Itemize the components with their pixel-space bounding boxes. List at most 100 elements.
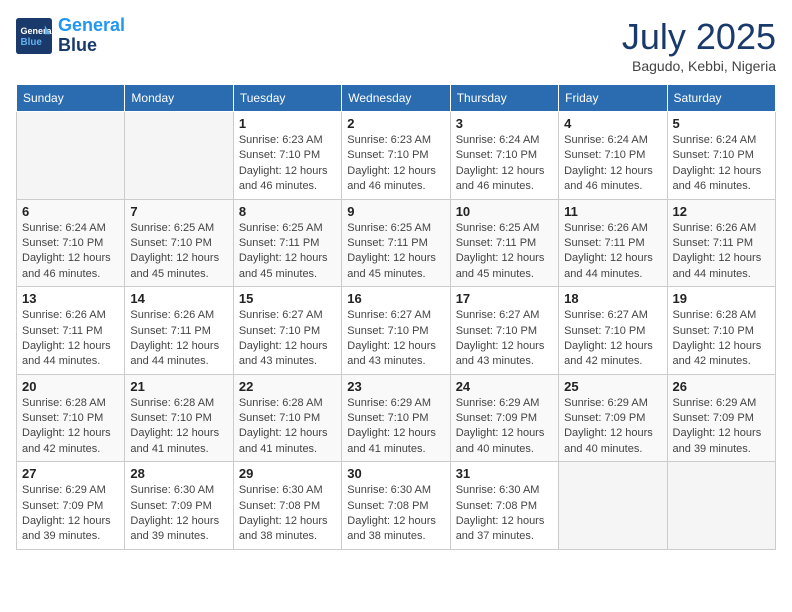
day-info: Sunrise: 6:30 AMSunset: 7:08 PMDaylight:… (239, 483, 336, 545)
day-number: 21 (130, 379, 227, 394)
day-number: 23 (347, 379, 444, 394)
day-info: Sunrise: 6:29 AMSunset: 7:09 PMDaylight:… (22, 483, 119, 545)
day-number: 8 (239, 204, 336, 219)
weekday-header: Friday (559, 85, 667, 112)
month-title: July 2025 (622, 16, 776, 58)
day-number: 4 (564, 116, 661, 131)
day-number: 31 (456, 466, 553, 481)
calendar-cell: 5 Sunrise: 6:24 AMSunset: 7:10 PMDaylight… (667, 112, 775, 200)
weekday-header: Monday (125, 85, 233, 112)
calendar-cell: 26Sunrise: 6:29 AMSunset: 7:09 PMDayligh… (667, 374, 775, 462)
calendar-cell (667, 462, 775, 550)
day-number: 19 (673, 291, 770, 306)
day-number: 18 (564, 291, 661, 306)
calendar-cell: 17Sunrise: 6:27 AMSunset: 7:10 PMDayligh… (450, 287, 558, 375)
day-info: Sunrise: 6:25 AMSunset: 7:10 PMDaylight:… (130, 221, 227, 283)
calendar-cell (559, 462, 667, 550)
svg-text:Blue: Blue (21, 37, 43, 48)
weekday-header: Wednesday (342, 85, 450, 112)
day-info: Sunrise: 6:23 AMSunset: 7:10 PMDaylight:… (239, 133, 336, 195)
calendar-cell: 1Sunrise: 6:23 AMSunset: 7:10 PMDaylight… (233, 112, 341, 200)
day-number: 6 (22, 204, 119, 219)
calendar-cell: 4 Sunrise: 6:24 AMSunset: 7:10 PMDaylight… (559, 112, 667, 200)
location: Bagudo, Kebbi, Nigeria (622, 58, 776, 74)
calendar-cell: 27 Sunrise: 6:29 AMSunset: 7:09 PMDayligh… (17, 462, 125, 550)
day-number: 14 (130, 291, 227, 306)
day-info: Sunrise: 6:24 AMSunset: 7:10 PMDaylight:… (564, 133, 661, 195)
day-number: 3 (456, 116, 553, 131)
logo-icon: General Blue (16, 18, 52, 54)
day-number: 25 (564, 379, 661, 394)
calendar-cell: 9 Sunrise: 6:25 AMSunset: 7:11 PMDaylight… (342, 199, 450, 287)
day-info: Sunrise: 6:27 AMSunset: 7:10 PMDaylight:… (456, 308, 553, 370)
day-number: 16 (347, 291, 444, 306)
calendar-cell: 24Sunrise: 6:29 AMSunset: 7:09 PMDayligh… (450, 374, 558, 462)
calendar-cell: 8Sunrise: 6:25 AMSunset: 7:11 PMDaylight… (233, 199, 341, 287)
calendar-cell: 21 Sunrise: 6:28 AMSunset: 7:10 PMDayligh… (125, 374, 233, 462)
calendar-week-row: 20 Sunrise: 6:28 AMSunset: 7:10 PMDayligh… (17, 374, 776, 462)
day-number: 11 (564, 204, 661, 219)
day-info: Sunrise: 6:25 AMSunset: 7:11 PMDaylight:… (456, 221, 553, 283)
calendar-cell: 25 Sunrise: 6:29 AMSunset: 7:09 PMDayligh… (559, 374, 667, 462)
calendar-cell: 15 Sunrise: 6:27 AMSunset: 7:10 PMDayligh… (233, 287, 341, 375)
day-number: 30 (347, 466, 444, 481)
calendar-cell: 12 Sunrise: 6:26 AMSunset: 7:11 PMDayligh… (667, 199, 775, 287)
calendar-cell: 6 Sunrise: 6:24 AMSunset: 7:10 PMDaylight… (17, 199, 125, 287)
calendar-cell: 22Sunrise: 6:28 AMSunset: 7:10 PMDayligh… (233, 374, 341, 462)
day-info: Sunrise: 6:28 AMSunset: 7:10 PMDaylight:… (673, 308, 770, 370)
logo-text: GeneralBlue (58, 16, 125, 56)
day-number: 29 (239, 466, 336, 481)
calendar-week-row: 6 Sunrise: 6:24 AMSunset: 7:10 PMDaylight… (17, 199, 776, 287)
calendar-cell (125, 112, 233, 200)
calendar-week-row: 13 Sunrise: 6:26 AMSunset: 7:11 PMDayligh… (17, 287, 776, 375)
calendar-cell: 18Sunrise: 6:27 AMSunset: 7:10 PMDayligh… (559, 287, 667, 375)
calendar-cell: 10Sunrise: 6:25 AMSunset: 7:11 PMDayligh… (450, 199, 558, 287)
day-info: Sunrise: 6:27 AMSunset: 7:10 PMDaylight:… (347, 308, 444, 370)
day-number: 15 (239, 291, 336, 306)
day-number: 9 (347, 204, 444, 219)
calendar-cell: 16 Sunrise: 6:27 AMSunset: 7:10 PMDayligh… (342, 287, 450, 375)
title-block: July 2025 Bagudo, Kebbi, Nigeria (622, 16, 776, 74)
day-number: 5 (673, 116, 770, 131)
day-number: 20 (22, 379, 119, 394)
calendar-cell (17, 112, 125, 200)
day-number: 12 (673, 204, 770, 219)
logo: General Blue GeneralBlue (16, 16, 125, 56)
calendar-cell: 20 Sunrise: 6:28 AMSunset: 7:10 PMDayligh… (17, 374, 125, 462)
day-number: 27 (22, 466, 119, 481)
weekday-header: Tuesday (233, 85, 341, 112)
calendar-cell: 13 Sunrise: 6:26 AMSunset: 7:11 PMDayligh… (17, 287, 125, 375)
weekday-header: Saturday (667, 85, 775, 112)
day-info: Sunrise: 6:27 AMSunset: 7:10 PMDaylight:… (239, 308, 336, 370)
calendar-cell: 31 Sunrise: 6:30 AMSunset: 7:08 PMDayligh… (450, 462, 558, 550)
day-number: 13 (22, 291, 119, 306)
weekday-header: Sunday (17, 85, 125, 112)
day-info: Sunrise: 6:26 AMSunset: 7:11 PMDaylight:… (673, 221, 770, 283)
day-info: Sunrise: 6:24 AMSunset: 7:10 PMDaylight:… (456, 133, 553, 195)
calendar-week-row: 1Sunrise: 6:23 AMSunset: 7:10 PMDaylight… (17, 112, 776, 200)
day-info: Sunrise: 6:28 AMSunset: 7:10 PMDaylight:… (130, 396, 227, 458)
day-info: Sunrise: 6:24 AMSunset: 7:10 PMDaylight:… (22, 221, 119, 283)
day-info: Sunrise: 6:29 AMSunset: 7:09 PMDaylight:… (564, 396, 661, 458)
day-info: Sunrise: 6:30 AMSunset: 7:08 PMDaylight:… (456, 483, 553, 545)
day-number: 7 (130, 204, 227, 219)
day-info: Sunrise: 6:26 AMSunset: 7:11 PMDaylight:… (22, 308, 119, 370)
calendar-cell: 30 Sunrise: 6:30 AMSunset: 7:08 PMDayligh… (342, 462, 450, 550)
day-info: Sunrise: 6:23 AMSunset: 7:10 PMDaylight:… (347, 133, 444, 195)
page-header: General Blue GeneralBlue July 2025 Bagud… (16, 16, 776, 74)
day-info: Sunrise: 6:24 AMSunset: 7:10 PMDaylight:… (673, 133, 770, 195)
calendar-cell: 14Sunrise: 6:26 AMSunset: 7:11 PMDayligh… (125, 287, 233, 375)
day-info: Sunrise: 6:30 AMSunset: 7:08 PMDaylight:… (347, 483, 444, 545)
day-number: 24 (456, 379, 553, 394)
day-number: 22 (239, 379, 336, 394)
day-info: Sunrise: 6:28 AMSunset: 7:10 PMDaylight:… (22, 396, 119, 458)
day-info: Sunrise: 6:29 AMSunset: 7:09 PMDaylight:… (673, 396, 770, 458)
calendar-cell: 7 Sunrise: 6:25 AMSunset: 7:10 PMDaylight… (125, 199, 233, 287)
day-number: 2 (347, 116, 444, 131)
day-info: Sunrise: 6:25 AMSunset: 7:11 PMDaylight:… (347, 221, 444, 283)
calendar-cell: 29 Sunrise: 6:30 AMSunset: 7:08 PMDayligh… (233, 462, 341, 550)
day-info: Sunrise: 6:30 AMSunset: 7:09 PMDaylight:… (130, 483, 227, 545)
day-info: Sunrise: 6:26 AMSunset: 7:11 PMDaylight:… (564, 221, 661, 283)
day-info: Sunrise: 6:29 AMSunset: 7:10 PMDaylight:… (347, 396, 444, 458)
weekday-header: Thursday (450, 85, 558, 112)
